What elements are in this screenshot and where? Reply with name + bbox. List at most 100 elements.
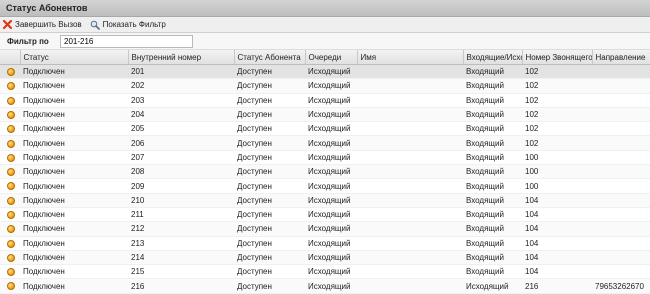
cell-subscriber-status: Доступен	[234, 207, 305, 223]
cell-caller-number: 102	[522, 93, 592, 108]
filter-input[interactable]	[60, 34, 193, 48]
table-row[interactable]: Подключен 201 Доступен Исходящий Входящий 102	[0, 64, 650, 80]
cell-direction	[592, 207, 650, 223]
cell-name	[357, 93, 463, 108]
table-row[interactable]: Подключен 215 Доступен Исходящий Входящий 104	[0, 264, 650, 280]
cell-status: Подключен	[20, 207, 128, 223]
cell-extension: 201	[128, 64, 234, 80]
cell-direction	[592, 107, 650, 123]
cell-queue: Исходящий	[305, 178, 357, 194]
cell-direction	[592, 64, 650, 80]
table-row[interactable]: Подключен 204 Доступен Исходящий Входящий 102	[0, 107, 650, 123]
cell-name	[357, 64, 463, 80]
column-header-extension[interactable]: Внутренний номер	[128, 50, 235, 65]
cell-direction	[592, 78, 650, 94]
orange-dot-icon	[7, 168, 15, 177]
table-row[interactable]: Подключен 208 Доступен Исходящий Входящий 100	[0, 164, 650, 180]
row-status-cell	[0, 164, 20, 180]
cell-queue: Исходящий	[305, 236, 357, 251]
table-row[interactable]: Подключен 214 Доступен Исходящий Входящий 104	[0, 250, 650, 266]
cell-status: Подключен	[20, 164, 128, 180]
cell-caller-number: 104	[522, 264, 592, 280]
cell-incoming-outgoing: Входящий	[463, 135, 522, 151]
cell-name	[357, 150, 463, 166]
cell-extension: 205	[128, 121, 234, 137]
cell-caller-number: 102	[522, 78, 592, 94]
orange-dot-icon	[7, 110, 15, 119]
column-header-icon[interactable]	[0, 50, 21, 65]
cell-queue: Исходящий	[305, 150, 357, 166]
cell-incoming-outgoing: Входящий	[463, 207, 522, 223]
cell-queue: Исходящий	[305, 250, 357, 266]
cell-incoming-outgoing: Входящий	[463, 107, 522, 123]
cell-queue: Исходящий	[305, 78, 357, 94]
cell-status: Подключен	[20, 64, 128, 80]
row-status-cell	[0, 264, 20, 280]
cell-caller-number: 104	[522, 193, 592, 208]
cell-caller-number: 104	[522, 236, 592, 251]
subscribers-table: Статус Внутренний номер Статус Абонента …	[0, 50, 650, 294]
cell-incoming-outgoing: Входящий	[463, 164, 522, 180]
filter-label: Фильтр по	[7, 36, 49, 46]
column-header-subscriber-status[interactable]: Статус Абонента	[234, 50, 306, 65]
orange-dot-icon	[7, 268, 15, 277]
table-row[interactable]: Подключен 209 Доступен Исходящий Входящий 100	[0, 178, 650, 194]
table-row[interactable]: Подключен 216 Доступен Исходящий Исходящий 21…	[0, 278, 650, 294]
cell-incoming-outgoing: Входящий	[463, 78, 522, 94]
orange-dot-icon	[7, 196, 15, 205]
show-filter-button[interactable]: Показать Фильтр	[90, 20, 166, 30]
end-call-label: Завершить Вызов	[15, 20, 82, 29]
table-row[interactable]: Подключен 206 Доступен Исходящий Входящий 102	[0, 135, 650, 151]
cell-incoming-outgoing: Входящий	[463, 250, 522, 266]
table-row[interactable]: Подключен 203 Доступен Исходящий Входящий 102	[0, 93, 650, 108]
cell-incoming-outgoing: Входящий	[463, 236, 522, 251]
cell-queue: Исходящий	[305, 193, 357, 208]
table-row[interactable]: Подключен 205 Доступен Исходящий Входящий 102	[0, 121, 650, 137]
cell-incoming-outgoing: Входящий	[463, 64, 522, 80]
cell-extension: 207	[128, 150, 234, 166]
cell-status: Подключен	[20, 264, 128, 280]
column-header-caller-number[interactable]: Номер Звонящего	[522, 50, 593, 65]
cell-caller-number: 102	[522, 121, 592, 137]
cell-status: Подключен	[20, 107, 128, 123]
cell-name	[357, 236, 463, 251]
cell-queue: Исходящий	[305, 135, 357, 151]
table-row[interactable]: Подключен 213 Доступен Исходящий Входящий 104	[0, 236, 650, 251]
cell-extension: 210	[128, 193, 234, 208]
column-header-direction[interactable]: Направление	[592, 50, 650, 65]
column-header-incoming-outgoing[interactable]: Входящие/Исходящие	[463, 50, 523, 65]
table-row[interactable]: Подключен 202 Доступен Исходящий Входящий 102	[0, 78, 650, 94]
cell-subscriber-status: Доступен	[234, 264, 305, 280]
cell-status: Подключен	[20, 121, 128, 137]
cell-direction	[592, 150, 650, 166]
cell-name	[357, 178, 463, 194]
cell-caller-number: 100	[522, 150, 592, 166]
cell-extension: 208	[128, 164, 234, 180]
cell-extension: 204	[128, 107, 234, 123]
table-row[interactable]: Подключен 210 Доступен Исходящий Входящий 104	[0, 193, 650, 208]
column-header-queues[interactable]: Очереди	[305, 50, 358, 65]
show-filter-label: Показать Фильтр	[102, 20, 166, 29]
cell-status: Подключен	[20, 236, 128, 251]
cell-queue: Исходящий	[305, 221, 357, 237]
cell-subscriber-status: Доступен	[234, 278, 305, 294]
cell-incoming-outgoing: Исходящий	[463, 278, 522, 294]
end-call-button[interactable]: Завершить Вызов	[3, 20, 82, 29]
cell-direction: 79653262670	[592, 278, 650, 294]
column-header-status[interactable]: Статус	[20, 50, 129, 65]
orange-dot-icon	[7, 139, 15, 148]
cell-subscriber-status: Доступен	[234, 78, 305, 94]
row-status-cell	[0, 278, 20, 294]
table-row[interactable]: Подключен 207 Доступен Исходящий Входящий 100	[0, 150, 650, 166]
table-header-row: Статус Внутренний номер Статус Абонента …	[0, 50, 650, 65]
cell-incoming-outgoing: Входящий	[463, 221, 522, 237]
row-status-cell	[0, 193, 20, 208]
cell-status: Подключен	[20, 250, 128, 266]
table-row[interactable]: Подключен 211 Доступен Исходящий Входящий 104	[0, 207, 650, 223]
cell-status: Подключен	[20, 135, 128, 151]
cell-subscriber-status: Доступен	[234, 193, 305, 208]
column-header-name[interactable]: Имя	[357, 50, 464, 65]
cell-queue: Исходящий	[305, 107, 357, 123]
cell-direction	[592, 135, 650, 151]
table-row[interactable]: Подключен 212 Доступен Исходящий Входящий 104	[0, 221, 650, 237]
